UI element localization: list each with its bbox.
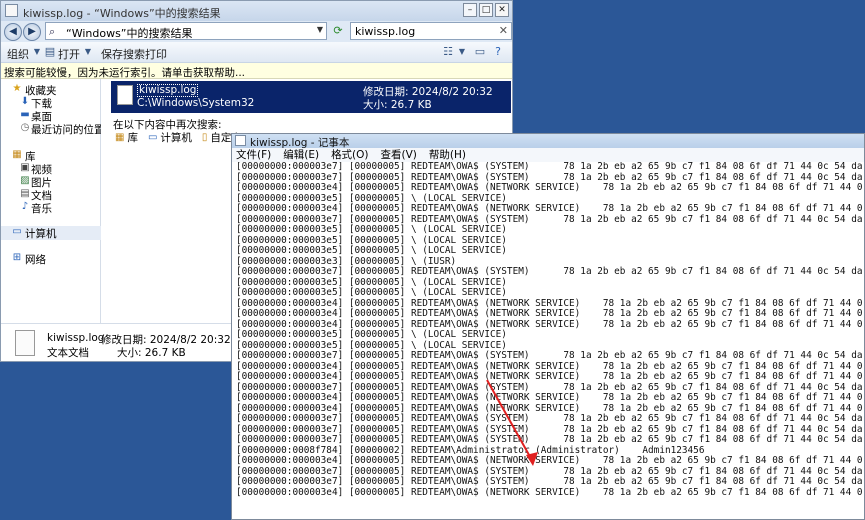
nav-desktop[interactable]: ▬ 桌面 bbox=[1, 109, 101, 123]
menu-view[interactable]: 查看(V) bbox=[381, 148, 417, 162]
log-line: [00000000:000003e4] [00000005] REDTEAM\O… bbox=[236, 455, 862, 466]
text-file-icon bbox=[117, 85, 133, 105]
info-bar[interactable]: 搜索可能较慢，因为未运行索引。请单击获取帮助... bbox=[1, 63, 512, 79]
nav-music[interactable]: ♪ 音乐 bbox=[1, 201, 101, 215]
video-icon: ▣ bbox=[20, 162, 30, 173]
help-icon[interactable]: ? bbox=[491, 45, 505, 59]
chevron-down-icon: ▼ bbox=[84, 47, 92, 56]
menu-file[interactable]: 文件(F) bbox=[236, 148, 271, 162]
log-line: [00000000:000003e4] [00000005] REDTEAM\O… bbox=[236, 308, 862, 319]
log-line: [00000000:000003e7] [00000005] REDTEAM\O… bbox=[236, 350, 862, 361]
nav-recent-places[interactable]: ◷ 最近访问的位置 bbox=[1, 122, 105, 136]
computer-icon: ▭ bbox=[12, 226, 22, 237]
back-arrow-icon: ◀ bbox=[9, 26, 17, 37]
view-options-icon[interactable]: ☷ bbox=[441, 45, 455, 59]
chevron-down-icon: ▼ bbox=[33, 47, 41, 56]
log-line: [00000000:000003e4] [00000005] REDTEAM\O… bbox=[236, 371, 862, 382]
log-line: [00000000:000003e5] [00000005] \ (LOCAL … bbox=[236, 329, 507, 340]
command-bar: 组织 ▼ ▤ 打开 ▼ 保存搜索 打印 ☷ ▼ ▭ ? bbox=[1, 42, 512, 63]
nav-videos[interactable]: ▣ 视频 bbox=[1, 162, 101, 176]
forward-button[interactable]: ▶ bbox=[23, 23, 41, 41]
text-file-icon bbox=[15, 330, 35, 356]
nav-network[interactable]: ⊞ 网络 bbox=[1, 252, 101, 266]
address-bar-row: ◀ ▶ ⌕ “Windows”中的搜索结果 ▼ ⟳ kiwissp.log ✕ bbox=[1, 21, 512, 42]
navigation-pane: ★ 收藏夹 ⬇ 下载 ▬ 桌面 ◷ 最近访问的位置 ▦ 库 ▣ 视频 ▨ 图片 … bbox=[1, 79, 105, 323]
info-bar-text: 搜索可能较慢，因为未运行索引。请单击获取帮助... bbox=[4, 67, 246, 79]
chevron-down-icon[interactable]: ▼ bbox=[317, 25, 323, 34]
music-icon: ♪ bbox=[21, 201, 29, 212]
document-icon: ▤ bbox=[20, 188, 30, 199]
maximize-button[interactable]: □ bbox=[479, 3, 493, 17]
star-icon: ★ bbox=[12, 83, 22, 94]
picture-icon: ▨ bbox=[20, 175, 30, 186]
log-line: [00000000:000003e4] [00000005] REDTEAM\O… bbox=[236, 486, 862, 498]
search-again-libraries[interactable]: ▦ 库 bbox=[115, 130, 138, 145]
log-line: [00000000:000003e5] [00000005] \ (LOCAL … bbox=[236, 245, 507, 256]
log-line: [00000000:000003e4] [00000005] REDTEAM\O… bbox=[236, 203, 862, 214]
search-input[interactable]: kiwissp.log ✕ bbox=[350, 22, 512, 40]
nav-documents[interactable]: ▤ 文档 bbox=[1, 188, 101, 202]
print-button[interactable]: 打印 bbox=[145, 46, 167, 62]
details-file-type: 文本文档 bbox=[47, 347, 89, 359]
nav-libraries[interactable]: ▦ 库 bbox=[1, 149, 101, 163]
nav-downloads[interactable]: ⬇ 下载 bbox=[1, 96, 101, 110]
details-file-size: 大小: 26.7 KB bbox=[117, 347, 186, 359]
library-icon: ▦ bbox=[12, 149, 22, 160]
recent-icon: ◷ bbox=[20, 122, 30, 133]
result-file-name: kiwissp.log bbox=[137, 84, 199, 97]
menu-format[interactable]: 格式(O) bbox=[331, 148, 368, 162]
result-file-size: 大小: 26.7 KB bbox=[363, 99, 432, 111]
search-again-computer[interactable]: ▭ 计算机 bbox=[148, 130, 192, 145]
menu-help[interactable]: 帮助(H) bbox=[429, 148, 466, 162]
computer-icon: ▭ bbox=[147, 132, 158, 143]
notepad-titlebar[interactable]: kiwissp.log - 记事本 bbox=[232, 134, 864, 149]
log-line: [00000000:000003e7] [00000005] REDTEAM\O… bbox=[236, 476, 862, 487]
open-file-icon: ▤ bbox=[44, 45, 56, 58]
log-line: [00000000:000003e7] [00000005] REDTEAM\O… bbox=[236, 162, 862, 172]
log-line: [00000000:000003e4] [00000005] REDTEAM\O… bbox=[236, 392, 862, 403]
nav-favorites[interactable]: ★ 收藏夹 bbox=[1, 83, 101, 97]
minimize-button[interactable]: – bbox=[463, 3, 477, 17]
network-icon: ⊞ bbox=[12, 252, 22, 263]
search-value: kiwissp.log bbox=[355, 25, 416, 38]
address-bar[interactable]: ⌕ “Windows”中的搜索结果 ▼ bbox=[45, 22, 327, 40]
details-file-name: kiwissp.log bbox=[47, 332, 105, 344]
download-icon: ⬇ bbox=[20, 96, 30, 107]
preview-pane-icon[interactable]: ▭ bbox=[473, 45, 487, 59]
desktop: { "explorer": { "title": "kiwissp.log - … bbox=[0, 0, 865, 520]
search-folder-icon: ⌕ bbox=[49, 25, 56, 38]
notepad-menu-bar: 文件(F) 编辑(E) 格式(O) 查看(V) 帮助(H) bbox=[232, 148, 864, 162]
log-line: [00000000:000003e7] [00000005] REDTEAM\O… bbox=[236, 434, 862, 445]
notepad-text-area[interactable]: [00000000:000003e7] [00000005] REDTEAM\O… bbox=[236, 162, 862, 519]
nav-computer[interactable]: ▭ 计算机 bbox=[1, 226, 101, 240]
close-button[interactable]: ✕ bbox=[495, 3, 509, 17]
forward-arrow-icon: ▶ bbox=[28, 26, 36, 37]
chevron-down-icon[interactable]: ▼ bbox=[455, 45, 469, 59]
log-line: [00000000:000003e5] [00000005] \ (LOCAL … bbox=[236, 224, 507, 235]
explorer-title: kiwissp.log - “Windows”中的搜索结果 bbox=[23, 7, 221, 20]
notepad-window: kiwissp.log - 记事本 文件(F) 编辑(E) 格式(O) 查看(V… bbox=[231, 133, 865, 520]
log-line: [00000000:000003e7] [00000005] REDTEAM\O… bbox=[236, 413, 862, 424]
clear-search-icon[interactable]: ✕ bbox=[499, 24, 508, 37]
explorer-titlebar[interactable]: kiwissp.log - “Windows”中的搜索结果 – □ ✕ bbox=[1, 1, 512, 21]
search-result-item[interactable]: kiwissp.log C:\Windows\System32 修改日期: 20… bbox=[111, 81, 511, 113]
address-text: “Windows”中的搜索结果 bbox=[66, 27, 193, 40]
refresh-icon[interactable]: ⟳ bbox=[331, 24, 345, 38]
library-icon: ▦ bbox=[115, 132, 125, 143]
save-search-button[interactable]: 保存搜索 bbox=[101, 46, 145, 62]
open-button[interactable]: 打开 bbox=[58, 46, 80, 62]
nav-pictures[interactable]: ▨ 图片 bbox=[1, 175, 101, 189]
result-file-path: C:\Windows\System32 bbox=[137, 97, 255, 109]
folder-icon: ▯ bbox=[201, 132, 208, 143]
notepad-icon bbox=[235, 135, 246, 146]
back-button[interactable]: ◀ bbox=[4, 23, 22, 41]
search-results-icon bbox=[5, 4, 18, 17]
log-line: [00000000:000003e5] [00000005] \ (LOCAL … bbox=[236, 287, 507, 298]
log-line: [00000000:000003e4] [00000005] REDTEAM\O… bbox=[236, 182, 862, 193]
search-again-links: ▦ 库 ▭ 计算机 ▯ 自定义 bbox=[115, 130, 242, 145]
menu-edit[interactable]: 编辑(E) bbox=[283, 148, 319, 162]
organize-button[interactable]: 组织 bbox=[7, 46, 29, 62]
desktop-icon: ▬ bbox=[20, 109, 30, 120]
log-line: [00000000:000003e7] [00000005] REDTEAM\O… bbox=[236, 266, 862, 277]
